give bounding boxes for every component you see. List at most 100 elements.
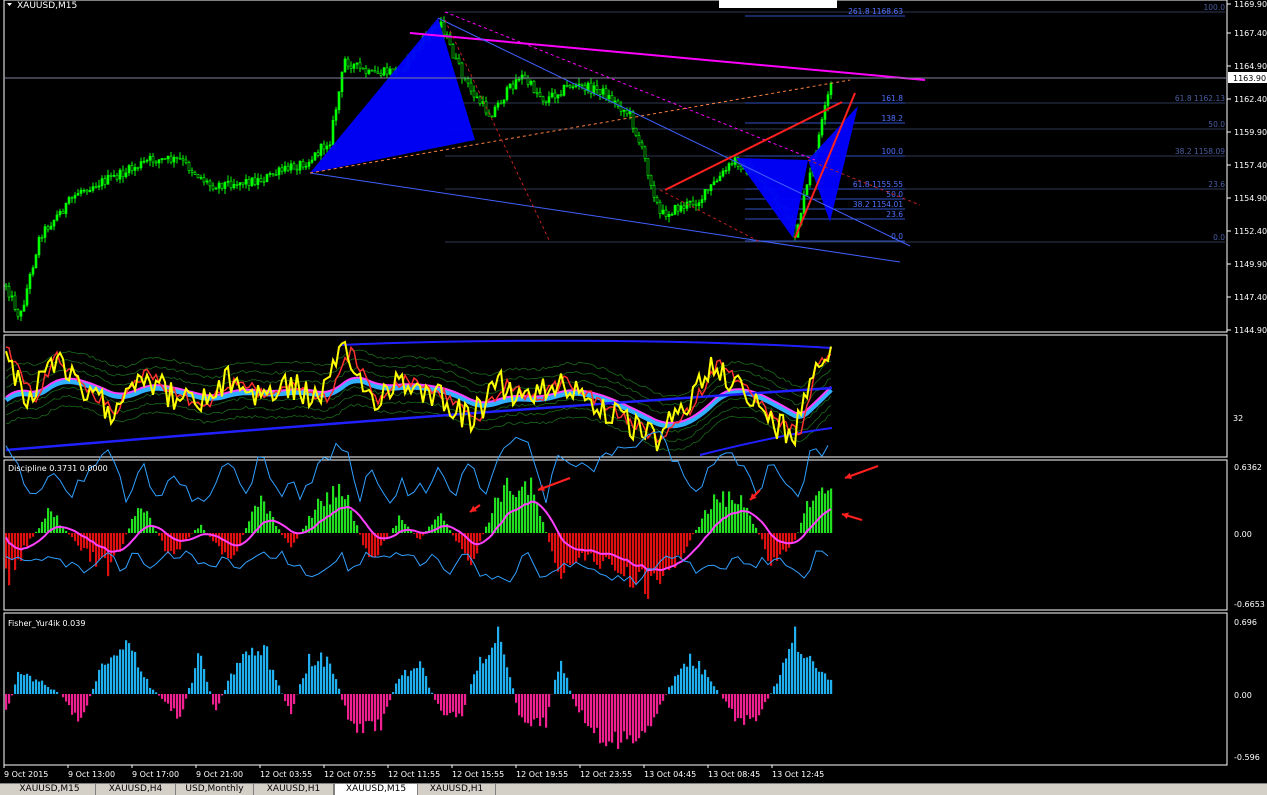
discipline-bar-pos [137,508,139,533]
candle-body [251,178,253,186]
fisher-bar-neg [767,694,769,699]
fisher-bar-neg [626,694,628,739]
discipline-bar-pos [341,496,343,533]
fib-mid-label: 261.8 1168.63 [848,7,903,16]
candle-body [686,202,688,208]
discipline-bar-pos [197,528,199,533]
fisher-bar-pos [260,655,262,694]
candle-body [329,145,331,146]
discipline-bar-pos [392,528,394,533]
discipline-bar-pos [245,528,247,533]
candle-body [311,160,313,162]
candle-body [518,79,520,80]
time-label: 9 Oct 17:00 [132,770,179,779]
candle-body [506,88,508,100]
chart-tab[interactable]: USD,Monthly [176,784,254,795]
discipline-bar-pos [437,516,439,533]
fisher-bar-neg [221,694,223,695]
fib-right-label: 100.0 [1204,3,1226,12]
fisher-bar-pos [413,668,415,694]
chart-tab[interactable]: XAUUSD,H1 [254,784,334,795]
fisher-bar-pos [800,654,802,694]
discipline-bar-neg [602,533,604,561]
discipline-bar-pos [347,495,349,533]
fisher-bar-pos [140,671,142,694]
candle-body [5,285,7,287]
discipline-bar-neg [110,533,112,562]
candle-body [821,119,823,135]
chart-canvas[interactable]: 100.061.8 1162.1350.038.2 1158.0923.60.0… [0,0,1267,783]
fisher-bar-pos [716,690,718,694]
discipline-bar-pos [818,491,820,533]
candle-body [632,111,634,128]
discipline-bar-pos [800,523,802,533]
fisher-bar-pos [407,676,409,694]
fisher-bar-pos [563,673,565,694]
price-tick-label: 1159.90 [1234,128,1267,137]
candle-body [317,153,319,156]
dropdown-icon [7,3,12,6]
chart-tab[interactable]: XAUUSD,M15 [4,784,96,795]
candle-body [62,211,64,213]
candle-body [374,71,376,72]
candle-body [356,63,358,64]
fisher-bar-pos [824,673,826,694]
fisher-bar-pos [20,674,22,694]
fisher-bar-neg [356,694,358,733]
chart-tab[interactable]: XAUUSD,H4 [96,784,176,795]
discipline-bar-neg [596,533,598,565]
discipline-bar-pos [542,522,544,533]
discipline-bar-pos [815,495,817,533]
candle-body [125,173,127,177]
fisher-bar-pos [203,669,205,694]
discipline-bar-neg [26,533,28,547]
price-tick-label: 1169.90 [1234,0,1267,9]
candle-body [596,86,598,90]
fisher-bar-neg [461,694,463,716]
candle-body [611,95,613,102]
fisher-bar-neg [731,694,733,709]
discipline-bar-neg [161,533,163,541]
candle-body [338,92,340,110]
fisher-tick: -0.596 [1234,753,1260,762]
fisher-bar-pos [95,681,97,694]
time-label: 9 Oct 13:00 [68,770,115,779]
fisher-bar-pos [782,663,784,694]
time-label: 13 Oct 12:45 [772,770,824,779]
discipline-bar-pos [725,507,727,533]
candle-body [710,185,712,191]
fisher-bar-pos [821,672,823,694]
discipline-bar-pos [44,518,46,533]
fisher-bar-pos [302,678,304,694]
fisher-bar-pos [305,673,307,694]
fisher-bar-pos [557,672,559,694]
fisher-bar-pos [710,681,712,694]
fisher-bar-pos [110,657,112,694]
chart-tab[interactable]: XAUUSD,H1 [418,784,496,795]
candle-body [494,107,496,117]
discipline-bar-pos [47,508,49,533]
candle-body [674,205,676,214]
candle-body [701,200,703,203]
candle-body [155,162,157,163]
fisher-bar-pos [338,689,340,694]
candle-body [170,156,172,162]
candle-body [71,197,73,198]
candle-body [293,164,295,169]
chart-tab[interactable]: XAUUSD,M15 [334,784,418,795]
fisher-bar-neg [587,694,589,726]
fisher-bar-pos [134,652,136,694]
fisher-bar-neg [380,694,382,730]
discipline-bar-pos [263,501,265,533]
candle-body [233,184,235,188]
fisher-bar-pos [695,668,697,694]
fisher-bar-neg [62,694,64,697]
fisher-bar-neg [347,694,349,720]
fisher-bar-pos [392,692,394,694]
discipline-bar-pos [806,501,808,533]
candle-body [443,22,445,35]
candle-body [593,86,595,94]
fisher-bar-neg [584,694,586,723]
discipline-bar-pos [698,527,700,533]
candle-body [602,89,604,95]
